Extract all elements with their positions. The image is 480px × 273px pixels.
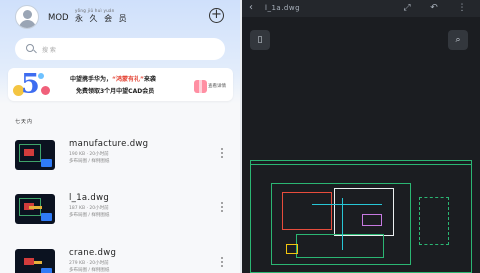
banner-line1: 中望携手华为，“鸿蒙有礼”来袭 [70,76,156,83]
file-tags: 多布局图 / 样例图纸 [69,268,110,273]
view-details-link[interactable]: 查看详情 [208,83,226,89]
back-icon[interactable]: ‹ [249,2,253,13]
membership-badge[interactable]: 永 久 会 员 [75,13,129,24]
undo-icon[interactable]: ↶ [429,3,439,13]
search-icon [26,44,34,52]
cad-drawing-canvas[interactable] [250,160,472,273]
file-meta: 279 KB · 20小时前 [69,261,109,266]
drawing-annex [419,197,449,245]
more-options-icon[interactable] [221,202,224,214]
anniversary-5-icon: 5 [12,69,52,100]
file-tags: 多布局图 / 样例图纸 [69,213,110,218]
section-title: 七天内 [15,119,34,125]
user-name: MOD [48,13,69,23]
layout-icon[interactable]: ▯ [250,30,270,50]
list-item[interactable]: crane.dwg 279 KB · 20小时前 多布局图 / 样例图纸 [15,248,225,273]
search-placeholder: 搜 索 [42,47,56,54]
file-name: manufacture.dwg [69,139,149,149]
plus-icon: + [211,7,222,22]
more-options-icon[interactable] [221,257,224,269]
cad-viewer: ‹ l_1a.dwg ⤢ ↶ ⋮ ▯ ⌕ [242,0,480,273]
more-options-icon[interactable] [221,148,224,160]
floor-plan [271,183,411,265]
more-icon[interactable]: ⋮ [457,3,467,13]
gift-icon [194,80,207,93]
banner-line2: 免费领取3个月中望CAD会员 [76,88,155,95]
file-list-panel: MOD yǒng jiǔ huì yuán 永 久 会 员 + 搜 索 5 中望… [0,0,240,273]
zoom-icon[interactable]: ⌕ [448,30,468,50]
search-bar[interactable]: 搜 索 [15,38,225,60]
list-item[interactable]: manufacture.dwg 190 KB · 20小时前 多布局图 / 样例… [15,139,225,174]
fullscreen-icon[interactable]: ⤢ [402,3,412,13]
avatar[interactable] [15,5,39,29]
viewer-toolbar: ‹ l_1a.dwg ⤢ ↶ ⋮ [242,0,480,17]
file-name: crane.dwg [69,248,117,258]
add-button[interactable]: + [209,8,224,23]
promo-banner[interactable]: 5 中望携手华为，“鸿蒙有礼”来袭 免费领取3个月中望CAD会员 查看详情 [8,68,233,101]
file-meta: 187 KB · 20小时前 [69,206,109,211]
file-thumbnail [15,194,55,224]
file-meta: 190 KB · 20小时前 [69,152,109,157]
list-item[interactable]: l_1a.dwg 187 KB · 20小时前 多布局图 / 样例图纸 [15,193,225,228]
file-name: l_1a.dwg [69,193,110,203]
viewer-title: l_1a.dwg [265,4,301,12]
file-thumbnail [15,140,55,170]
file-thumbnail [15,249,55,273]
file-tags: 多布局图 / 样例图纸 [69,159,110,164]
